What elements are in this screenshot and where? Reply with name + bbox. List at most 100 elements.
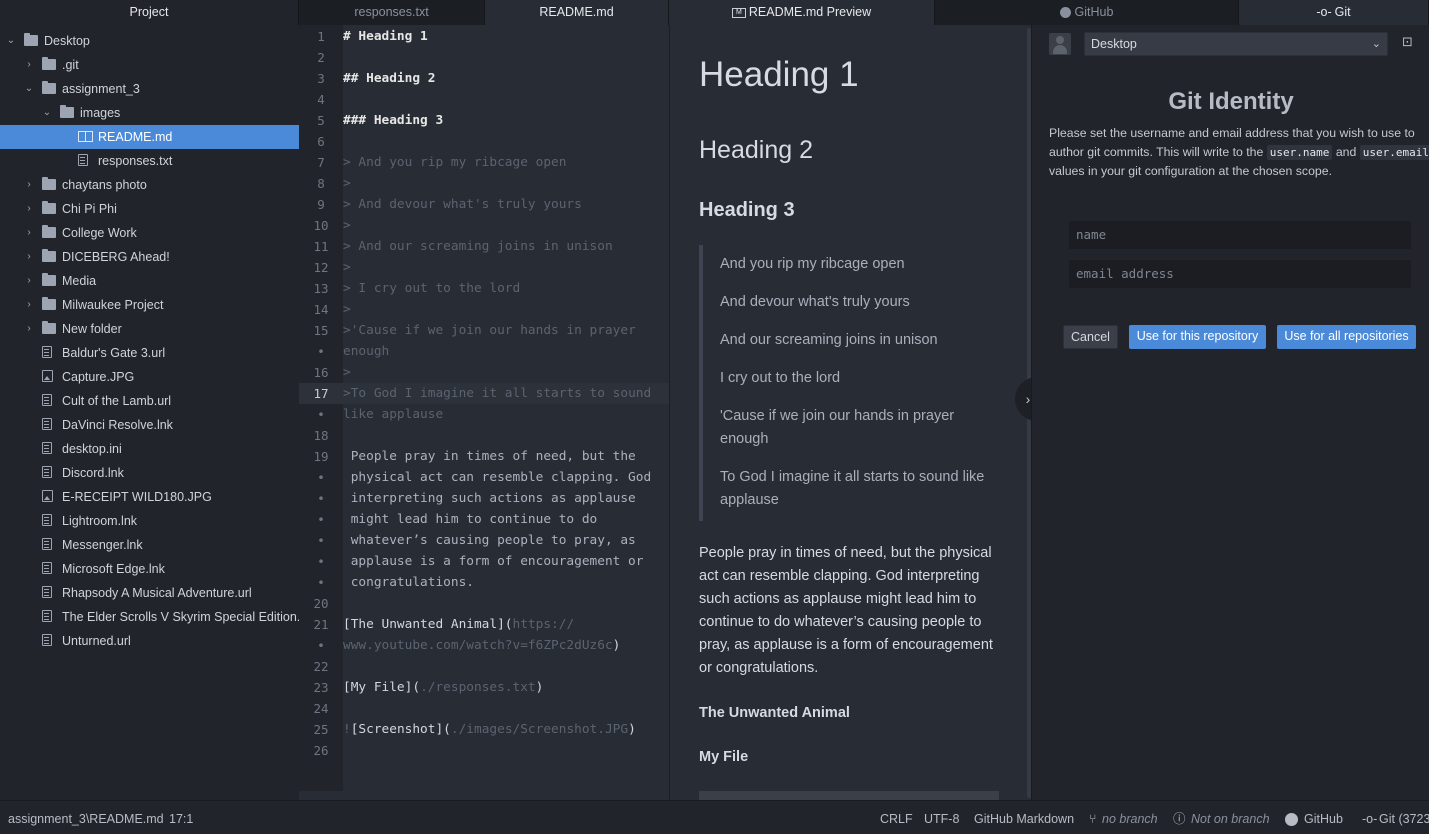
preview-link-unwanted-animal[interactable]: The Unwanted Animal [699, 705, 850, 721]
line-number: • [317, 491, 325, 506]
status-cursor-position[interactable]: 17:1 [169, 801, 193, 834]
chevron-right-icon[interactable]: › [23, 173, 35, 197]
use-for-all-repositories-button[interactable]: Use for all repositories [1277, 325, 1416, 349]
chevron-right-icon[interactable]: › [23, 221, 35, 245]
tree-folder[interactable]: › New folder [0, 317, 299, 341]
tree-file[interactable]: Lightroom.lnk [0, 509, 299, 533]
chevron-down-icon[interactable]: ⌄ [41, 101, 53, 125]
tree-item-label: Messenger.lnk [62, 538, 143, 552]
email-field[interactable]: email address [1069, 260, 1411, 288]
tree-file[interactable]: Unturned.url [0, 629, 299, 653]
tree-folder[interactable]: › Chi Pi Phi [0, 197, 299, 221]
use-for-this-repository-button[interactable]: Use for this repository [1129, 325, 1266, 349]
git-identity-desc-line1: Please set the username and email addres… [1049, 126, 1415, 140]
tab-responses-txt[interactable]: responses.txt [299, 0, 485, 25]
paragraph-line: or congratulations. [699, 660, 819, 676]
folder-icon [42, 57, 56, 70]
tree-folder[interactable]: › chaytans photo [0, 173, 299, 197]
tree-folder[interactable]: ⌄ Desktop [0, 29, 299, 53]
chevron-right-icon[interactable]: › [23, 245, 35, 269]
tree-file[interactable]: responses.txt [0, 149, 299, 173]
code-token: ( [443, 722, 451, 737]
tree-file[interactable]: desktop.ini [0, 437, 299, 461]
code-line: > And devour what's truly yours [343, 194, 669, 215]
code-line: whatever’s causing people to pray, as [343, 530, 669, 551]
tree-folder[interactable]: › College Work [0, 221, 299, 245]
file-icon [42, 562, 52, 574]
tree-file[interactable]: README.md [0, 125, 299, 149]
tree-file[interactable]: Discord.lnk [0, 461, 299, 485]
code-line: > And our screaming joins in unison [343, 236, 669, 257]
name-field[interactable]: name [1069, 221, 1411, 249]
tab-project[interactable]: Project [0, 0, 299, 25]
avatar [1049, 33, 1071, 55]
line-number: • [317, 512, 325, 527]
tree-folder[interactable]: › DICEBERG Ahead! [0, 245, 299, 269]
markdown-preview: Heading 1 Heading 2 Heading 3 And you ri… [669, 25, 1031, 800]
chevron-down-icon[interactable]: ⌄ [5, 29, 17, 53]
line-number: 11 [313, 239, 329, 254]
markdown-icon: M [731, 7, 746, 18]
tree-folder[interactable]: ⌄ images [0, 101, 299, 125]
chevron-right-icon[interactable]: › [23, 197, 35, 221]
tab-git[interactable]: -o- Git [1239, 0, 1429, 25]
cancel-button[interactable]: Cancel [1063, 325, 1118, 349]
code-line: # Heading 1 [343, 26, 669, 47]
tab-readme-preview[interactable]: M README.md Preview [669, 0, 935, 25]
tab-readme-md[interactable]: README.md [485, 0, 669, 25]
unlock-icon[interactable]: ⊡ [1402, 34, 1418, 50]
markdown-editor[interactable]: 1 2 3 4 5 6 7 8 9 10 11 12 13 14 15 • 16 17 • 18 19 • • • • • • 20 2… [299, 25, 669, 800]
tree-file[interactable]: Messenger.lnk [0, 533, 299, 557]
chevron-right-icon[interactable]: › [23, 317, 35, 341]
status-file-path[interactable]: assignment_3\README.md [8, 801, 164, 834]
code-token: > [343, 302, 351, 317]
tree-item-label: README.md [98, 130, 173, 144]
tree-file[interactable]: Baldur's Gate 3.url [0, 341, 299, 365]
tree-file[interactable]: Microsoft Edge.lnk [0, 557, 299, 581]
status-git[interactable]: Git (3723) [1379, 801, 1429, 834]
tree-file[interactable]: Cult of the Lamb.url [0, 389, 299, 413]
file-icon [78, 154, 88, 166]
code-line: www.youtube.com/watch?v=f6ZPc2dUz6c) [343, 635, 669, 656]
tree-file[interactable]: DaVinci Resolve.lnk [0, 413, 299, 437]
chevron-right-icon[interactable]: › [23, 293, 35, 317]
tree-folder[interactable]: › .git [0, 53, 299, 77]
code-token: [The Unwanted Animal] [343, 617, 505, 632]
tree-file[interactable]: Rhapsody A Musical Adventure.url [0, 581, 299, 605]
screenshot-image [699, 791, 999, 800]
folder-icon [24, 33, 38, 46]
status-grammar[interactable]: GitHub Markdown [974, 801, 1074, 834]
code-token: > And our screaming joins in unison [343, 239, 613, 254]
tree-file[interactable]: E-RECEIPT WILD180.JPG [0, 485, 299, 509]
tab-github[interactable]: GitHub [935, 0, 1239, 25]
tab-github-label: GitHub [1074, 5, 1114, 19]
code-line: enough [343, 341, 669, 362]
code-token: interpreting such actions as applause [343, 491, 636, 506]
preview-link-my-file[interactable]: My File [699, 749, 748, 765]
status-line-ending[interactable]: CRLF [880, 801, 913, 834]
tree-folder[interactable]: › Media [0, 269, 299, 293]
chevron-down-icon[interactable]: ⌄ [23, 77, 35, 101]
preview-h3: Heading 3 [699, 199, 795, 221]
code-line: physical act can resemble clapping. God [343, 467, 669, 488]
repository-select[interactable]: Desktop ⌄ [1084, 32, 1388, 56]
status-github[interactable]: GitHub [1304, 801, 1343, 834]
tree-item-label: DICEBERG Ahead! [62, 250, 170, 264]
code-token: ./responses.txt [420, 680, 536, 695]
tree-file[interactable]: The Elder Scrolls V Skyrim Special Editi… [0, 605, 314, 629]
file-icon [42, 466, 52, 478]
tree-folder[interactable]: › Milwaukee Project [0, 293, 299, 317]
status-branch[interactable]: no branch [1102, 801, 1158, 834]
status-branch-state[interactable]: Not on branch [1191, 801, 1270, 834]
status-encoding[interactable]: UTF-8 [924, 801, 959, 834]
line-number: 19 [313, 449, 329, 464]
tree-folder[interactable]: ⌄ assignment_3 [0, 77, 299, 101]
line-number: 9 [317, 197, 325, 212]
code-line: applause is a form of encouragement or [343, 551, 669, 572]
tree-file[interactable]: Capture.JPG [0, 365, 299, 389]
code-token: > I cry out to the lord [343, 281, 521, 296]
chevron-right-icon[interactable]: › [23, 53, 35, 77]
chevron-right-icon[interactable]: › [23, 269, 35, 293]
code-token: ) [535, 680, 544, 695]
line-number: • [317, 533, 325, 548]
